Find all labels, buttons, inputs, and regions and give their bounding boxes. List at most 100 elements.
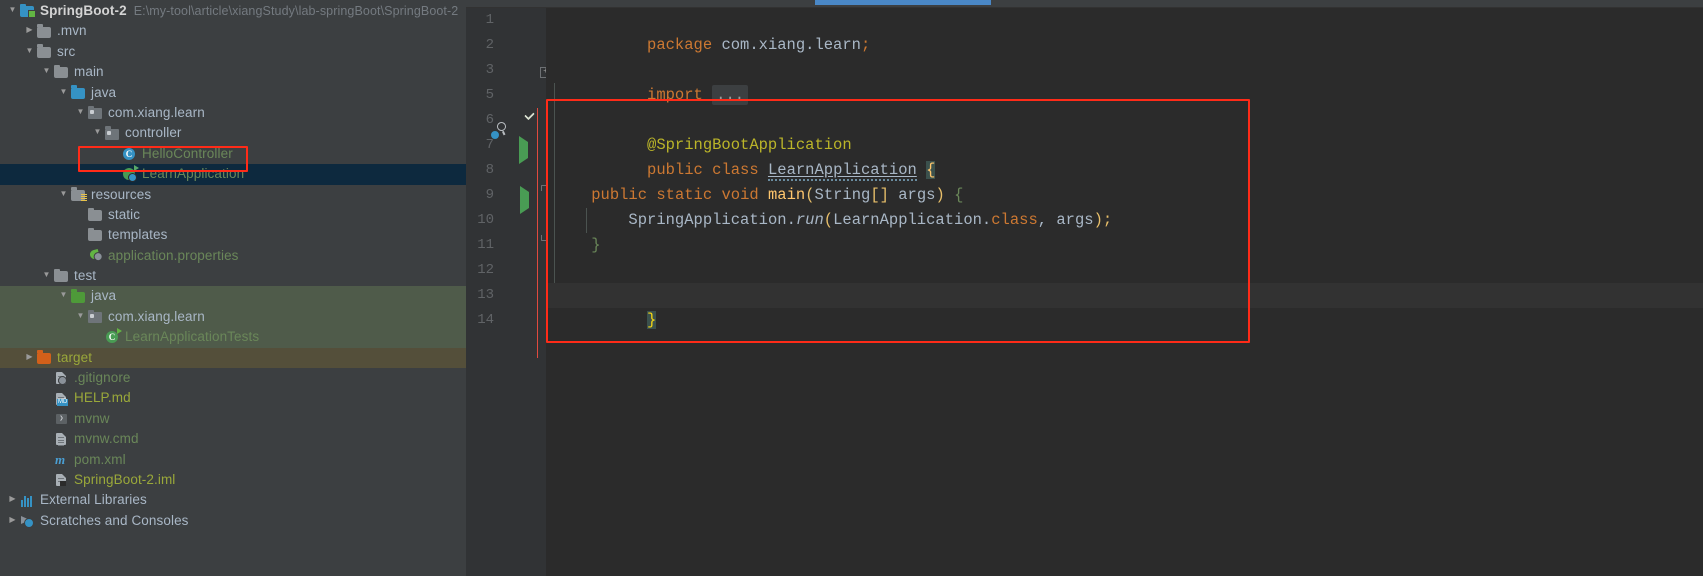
tree-item-label: src — [57, 43, 76, 59]
tree-item--gitignore[interactable]: .gitignore — [0, 368, 466, 388]
chevron-right-icon[interactable] — [6, 510, 19, 530]
code-line-8[interactable] — [546, 158, 1703, 183]
gutter-line-12[interactable]: 12 — [466, 258, 546, 283]
gutter-line-6[interactable]: 6 — [466, 108, 546, 133]
iml-file-icon — [53, 472, 70, 488]
tree-item-help-md[interactable]: MD HELP.md — [0, 388, 466, 408]
tree-item-src[interactable]: src — [0, 42, 466, 62]
tree-item-springboot-2-iml[interactable]: SpringBoot-2.iml — [0, 470, 466, 490]
code-line-3[interactable]: import ... — [546, 58, 1703, 105]
gutter-icon-group[interactable] — [495, 108, 535, 133]
gutter-line-5[interactable]: 5 — [466, 83, 546, 108]
run-application-icon[interactable] — [517, 135, 533, 164]
tree-item-pom-xml[interactable]: pom.xml — [0, 450, 466, 470]
chevron-down-icon[interactable] — [91, 122, 104, 142]
editor-tab-bar[interactable] — [466, 0, 1703, 8]
project-tool-window[interactable]: SpringBoot-2 E:\my-tool\article\xiangStud… — [0, 0, 466, 576]
code-line-13[interactable]: } — [546, 283, 1703, 329]
chevron-down-icon[interactable] — [74, 306, 87, 326]
code-view[interactable]: package com.xiang.learn; import ... @Spr… — [537, 8, 1703, 576]
arg-args: , args — [1037, 211, 1094, 229]
chevron-right-icon[interactable] — [6, 489, 19, 509]
run-main-method-icon[interactable] — [518, 185, 534, 214]
code-line-10[interactable]: SpringApplication.run(LearnApplication.c… — [546, 208, 1703, 233]
gutter-line-10[interactable]: 10 — [466, 208, 546, 233]
tree-item-application-properties[interactable]: application.properties — [0, 246, 466, 266]
module-icon — [19, 3, 36, 19]
chevron-down-icon[interactable] — [74, 102, 87, 122]
tree-item-controller[interactable]: controller — [0, 123, 466, 143]
tree-item-label: mvnw — [74, 410, 110, 426]
class-springapplication[interactable]: SpringApplication — [628, 211, 786, 229]
tree-item-hellocontroller[interactable]: HelloController — [0, 144, 466, 164]
gutter-line-7[interactable]: 7 — [466, 133, 546, 164]
tree-item-learnapplicationtests[interactable]: LearnApplicationTests — [0, 327, 466, 348]
tree-item-target[interactable]: target — [0, 347, 466, 369]
gutter-line-2[interactable]: 2 — [466, 33, 546, 58]
code-line-11[interactable]: } — [546, 233, 1703, 258]
chevron-right-icon[interactable] — [23, 347, 36, 367]
tree-item-com-xiang-learn[interactable]: com.xiang.learn — [0, 103, 466, 123]
code-line-5[interactable] — [546, 83, 1703, 108]
package-icon — [87, 309, 104, 325]
editor-gutter[interactable]: 123+567891011121314 — [466, 8, 551, 576]
gutter-line-13[interactable]: 13 — [466, 283, 546, 308]
tree-item-resources[interactable]: resources — [0, 185, 466, 205]
tree-item-learnapplication[interactable]: LearnApplication — [0, 164, 466, 185]
chevron-right-icon[interactable] — [23, 20, 36, 40]
code-line-6[interactable]: @SpringBootApplication — [546, 108, 1703, 154]
tree-item-test[interactable]: test — [0, 266, 466, 286]
tree-item-templates[interactable]: templates — [0, 225, 466, 245]
code-line-7[interactable]: public class LearnApplication { — [546, 133, 1703, 181]
gutter-line-14[interactable]: 14 — [466, 308, 546, 333]
editor-body[interactable]: 123+567891011121314 package com.xiang.le… — [466, 8, 1703, 576]
gutter-icon-group[interactable] — [498, 133, 533, 164]
code-line-12[interactable] — [546, 258, 1703, 283]
chevron-down-icon[interactable] — [40, 265, 53, 285]
chevron-down-icon[interactable] — [57, 285, 70, 305]
tree-item-scratches-and-consoles[interactable]: Scratches and Consoles — [0, 511, 466, 531]
dot-1: . — [786, 211, 796, 229]
tree-item-java[interactable]: java — [0, 285, 466, 307]
tree-item-mvnw[interactable]: mvnw — [0, 409, 466, 429]
arg-learnapplication[interactable]: LearnApplication — [833, 211, 982, 229]
tree-item-java[interactable]: java — [0, 83, 466, 103]
project-tree[interactable]: SpringBoot-2 E:\my-tool\article\xiangStud… — [0, 0, 466, 531]
gutter-line-1[interactable]: 1 — [466, 8, 546, 33]
method-name-main[interactable]: main — [768, 186, 805, 204]
tree-item--mvn[interactable]: .mvn — [0, 21, 466, 41]
chevron-down-icon[interactable] — [6, 0, 19, 20]
tree-item-springboot-2[interactable]: SpringBoot-2 E:\my-tool\article\xiangStud… — [0, 1, 466, 21]
gutter-line-11[interactable]: 11 — [466, 233, 551, 258]
tree-item-main[interactable]: main — [0, 62, 466, 82]
gutter-line-3[interactable]: 3+ — [466, 58, 551, 83]
gutter-line-8[interactable]: 8 — [466, 158, 546, 183]
tree-item-label: resources — [91, 186, 152, 202]
tree-item-external-libraries[interactable]: External Libraries — [0, 490, 466, 510]
gutter-icon-group[interactable] — [498, 183, 534, 214]
active-tab-indicator[interactable] — [815, 0, 991, 5]
spring-bean-checked-icon[interactable] — [517, 109, 535, 129]
code-line-9[interactable]: public static void main(String[] args) { — [546, 183, 1703, 208]
tree-item-label: test — [74, 268, 97, 284]
chevron-down-icon[interactable] — [40, 61, 53, 81]
editor-area[interactable]: 123+567891011121314 package com.xiang.le… — [466, 0, 1703, 576]
method-run[interactable]: run — [796, 211, 824, 229]
chevron-down-icon[interactable] — [23, 41, 36, 61]
tree-item-mvnw-cmd[interactable]: mvnw.cmd — [0, 429, 466, 449]
tree-item-com-xiang-learn[interactable]: com.xiang.learn — [0, 306, 466, 328]
tree-item-static[interactable]: static — [0, 205, 466, 225]
code-line-2[interactable] — [546, 33, 1703, 58]
gutter-line-9[interactable]: 9 — [466, 183, 551, 214]
spring-bean-inspect-icon[interactable] — [495, 113, 514, 132]
chevron-down-icon[interactable] — [57, 184, 70, 204]
array-brackets: [] — [870, 186, 889, 204]
code-line-1[interactable]: package com.xiang.learn; — [546, 8, 1703, 54]
code-line-14[interactable] — [546, 308, 1703, 333]
chevron-down-icon[interactable] — [57, 82, 70, 102]
spring-boot-class-gutter-icon[interactable] — [498, 138, 514, 154]
method-brace-open: { — [954, 186, 964, 204]
